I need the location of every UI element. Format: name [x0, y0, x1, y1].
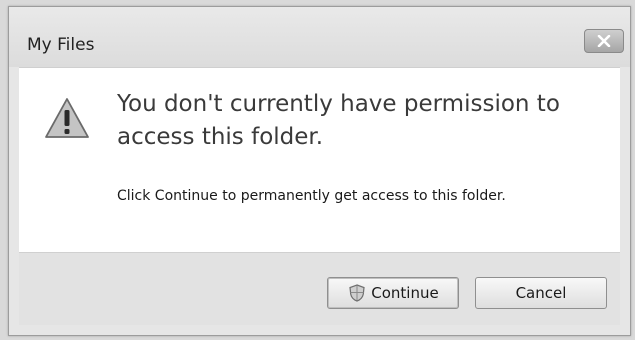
- sub-message: Click Continue to permanently get access…: [117, 188, 506, 204]
- title-bar: My Files: [9, 7, 630, 67]
- permission-dialog: My Files You don't currently have permis…: [8, 6, 631, 336]
- window-title: My Files: [27, 35, 95, 55]
- close-icon: [597, 35, 611, 47]
- continue-label: Continue: [371, 284, 439, 302]
- dialog-footer: Continue Cancel: [19, 252, 620, 325]
- cancel-button[interactable]: Cancel: [475, 277, 607, 309]
- warning-icon: [45, 98, 89, 138]
- shield-icon: [347, 283, 367, 303]
- close-button[interactable]: [584, 29, 624, 53]
- main-message: You don't currently have permission to a…: [117, 91, 560, 150]
- cancel-label: Cancel: [515, 284, 567, 302]
- continue-button[interactable]: Continue: [327, 277, 459, 309]
- dialog-content: You don't currently have permission to a…: [19, 67, 620, 253]
